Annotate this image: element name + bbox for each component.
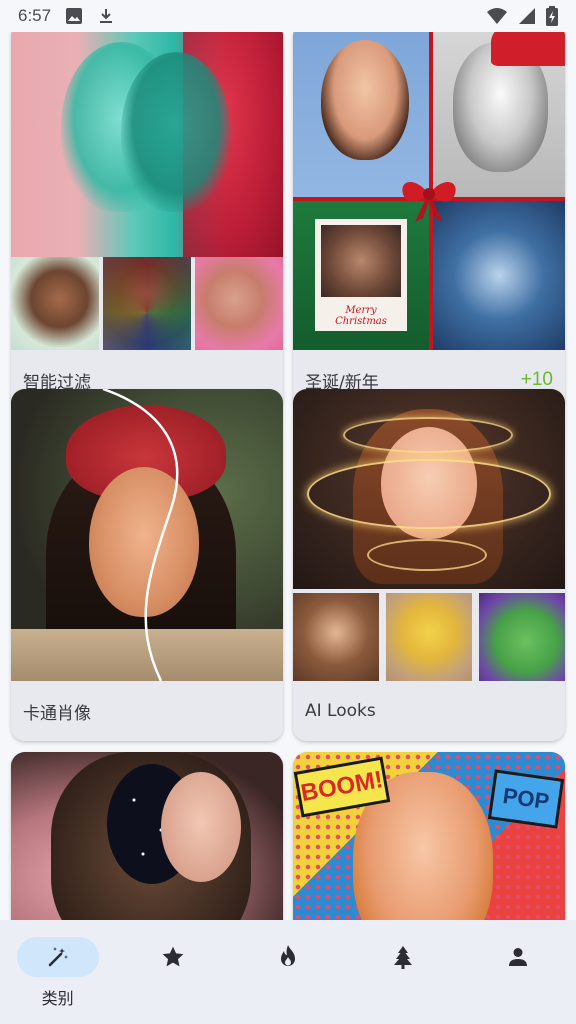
card-footer: 卡通肖像 (11, 681, 283, 741)
category-card-christmas-new-year[interactable]: Merry Christmas 圣诞/新年 +10 (293, 32, 565, 410)
category-card-face-mask[interactable] (11, 752, 283, 920)
card-title: 卡通肖像 (23, 703, 91, 724)
category-card-pop-art[interactable]: BOOM! POP (293, 752, 565, 920)
magic-wand-icon (48, 947, 68, 967)
ribbon-bow-icon (402, 181, 456, 222)
polaroid-photo: Merry Christmas (315, 219, 407, 331)
category-grid: 智能过滤 Merry Christmas 圣诞/新年 +10 卡通肖像 AI L… (0, 32, 576, 920)
preview-thumbnail (11, 257, 99, 350)
preview-thumbnail (386, 593, 472, 681)
status-left: 6:57 (18, 6, 115, 26)
signal-icon (518, 7, 536, 25)
preview-thumbnail (195, 257, 283, 350)
status-time: 6:57 (18, 6, 52, 25)
download-icon (97, 7, 115, 25)
category-card-cartoon-portrait[interactable]: 卡通肖像 (11, 389, 283, 741)
comic-word-pop: POP (487, 769, 565, 829)
card-preview-image (11, 752, 283, 920)
card-preview-image: Merry Christmas (293, 32, 565, 350)
nav-active-indicator (16, 937, 99, 977)
person-icon (509, 948, 528, 966)
preview-main-image (293, 389, 565, 589)
star-icon (162, 946, 184, 967)
bottom-navigation: 类别 (0, 920, 576, 1024)
battery-icon (546, 6, 558, 26)
card-title: AI Looks (305, 701, 376, 721)
nav-item-trending[interactable] (230, 937, 345, 977)
category-card-ai-looks[interactable]: AI Looks (293, 389, 565, 741)
image-icon (65, 7, 83, 25)
status-right (486, 6, 558, 26)
nav-item-seasonal[interactable] (346, 937, 461, 977)
nav-item-favorites[interactable] (115, 937, 230, 977)
nav-item-categories[interactable]: 类别 (0, 937, 115, 1009)
preview-main-image (11, 32, 283, 257)
card-preview-image (293, 389, 565, 681)
category-card-smart-filter[interactable]: 智能过滤 (11, 32, 283, 410)
card-preview-image (11, 32, 283, 350)
tree-icon (394, 946, 413, 969)
polaroid-caption: Merry Christmas (335, 305, 387, 327)
card-preview-image (11, 389, 283, 681)
nav-label: 类别 (41, 989, 74, 1008)
status-bar: 6:57 (0, 0, 576, 32)
split-line (102, 389, 179, 681)
preview-thumbnail (479, 593, 565, 681)
wifi-icon (486, 7, 508, 25)
preview-thumbnail (293, 593, 379, 681)
card-footer: AI Looks (293, 681, 565, 741)
flame-icon (280, 945, 295, 966)
card-count-badge: +10 (520, 369, 553, 390)
nav-item-profile[interactable] (461, 937, 576, 977)
preview-thumbnail (103, 257, 191, 350)
card-preview-image: BOOM! POP (293, 752, 565, 920)
